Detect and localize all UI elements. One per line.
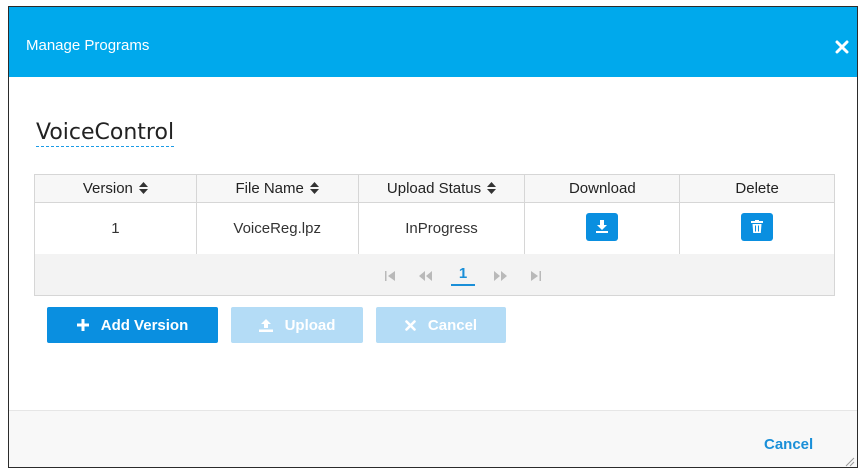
plus-icon — [76, 319, 89, 331]
column-header-label: Upload Status — [386, 180, 482, 197]
trash-icon — [751, 219, 764, 233]
footer-cancel-button[interactable]: Cancel — [764, 436, 813, 453]
upload-button[interactable]: Upload — [231, 307, 363, 343]
dialog-header: Manage Programs — [9, 7, 857, 77]
add-version-button[interactable]: Add Version — [47, 307, 218, 343]
upload-icon — [258, 318, 273, 332]
cancel-label: Cancel — [427, 316, 478, 334]
cell-file-name: VoiceReg.lpz — [195, 202, 359, 255]
cancel-upload-button[interactable]: Cancel — [376, 307, 506, 343]
column-header-label: Delete — [735, 180, 779, 197]
column-header-label: Version — [82, 180, 133, 197]
add-version-label: Add Version — [100, 316, 189, 334]
close-icon[interactable] — [835, 40, 849, 54]
column-header-file-name[interactable]: File Name — [195, 174, 359, 203]
dialog-footer: Cancel — [9, 410, 857, 467]
versions-table: Version File Name Upload Status Download… — [34, 174, 835, 255]
delete-button[interactable] — [741, 212, 774, 241]
pager: 1 — [34, 254, 835, 296]
column-header-label: Download — [568, 180, 636, 197]
cell-download — [524, 202, 681, 255]
download-button[interactable] — [586, 212, 619, 241]
sort-icon — [138, 182, 148, 194]
upload-label: Upload — [284, 316, 336, 334]
cell-version: 1 — [34, 202, 197, 255]
sort-icon — [487, 182, 497, 194]
sort-icon — [309, 182, 319, 194]
last-page-icon[interactable] — [527, 269, 543, 283]
next-page-icon[interactable] — [493, 269, 509, 283]
column-header-delete: Delete — [679, 174, 835, 203]
table-row: 1 VoiceReg.lpz InProgress — [34, 202, 835, 255]
close-icon — [405, 319, 416, 331]
cell-upload-status: InProgress — [357, 202, 526, 255]
cell-delete — [679, 202, 835, 255]
resize-grip-icon[interactable] — [843, 455, 855, 467]
table-header-row: Version File Name Upload Status Download… — [34, 174, 835, 203]
dialog-title: Manage Programs — [26, 37, 150, 54]
manage-programs-dialog: Manage Programs VoiceControl Version Fil… — [8, 6, 858, 468]
program-name: VoiceControl — [36, 120, 175, 147]
first-page-icon[interactable] — [383, 269, 399, 283]
download-icon — [596, 219, 609, 233]
column-header-download: Download — [524, 174, 681, 203]
column-header-upload-status[interactable]: Upload Status — [357, 174, 526, 203]
current-page[interactable]: 1 — [451, 266, 475, 286]
column-header-label: File Name — [235, 180, 304, 197]
column-header-version[interactable]: Version — [34, 174, 197, 203]
prev-page-icon[interactable] — [417, 269, 433, 283]
